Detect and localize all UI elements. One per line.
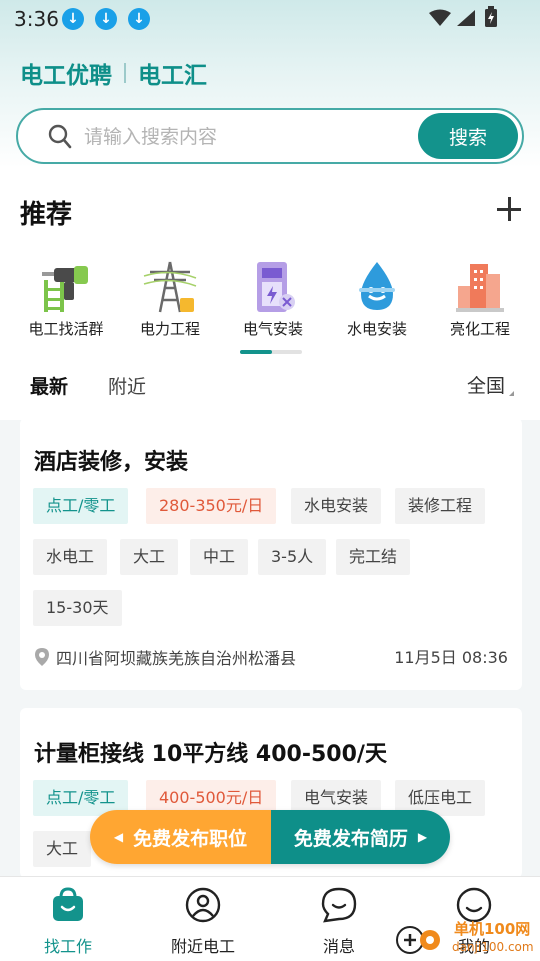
job-tag: 大工	[120, 539, 179, 575]
job-tag: 点工/零工	[33, 488, 129, 524]
brand-name-primary[interactable]: 电工优聘	[20, 56, 112, 90]
left-arrow-icon: ◀	[113, 830, 124, 844]
job-location-text: 四川省阿坝藏族羌族自治州松潘县	[56, 649, 297, 668]
brand-header: 电工优聘 电工汇	[20, 56, 207, 90]
category-scroll-indicator	[240, 350, 302, 354]
download-icon: ↓	[95, 8, 117, 30]
download-icon: ↓	[128, 8, 150, 30]
job-tag: 装修工程	[395, 488, 486, 524]
tab-nearby[interactable]: 附近	[108, 372, 146, 399]
category-label: 水电安装	[346, 320, 407, 338]
watermark: 单机100网 danji100.com	[394, 916, 540, 960]
publish-floating-bar: ◀ 免费发布职位 免费发布简历 ▶	[90, 810, 450, 864]
person-icon	[185, 887, 221, 923]
buildings-icon	[456, 264, 504, 312]
nav-nearby-electricians[interactable]: 附近电工	[153, 887, 253, 957]
category-item[interactable]: 电力工程	[116, 258, 224, 339]
job-price-tag: 280-350元/日	[146, 488, 277, 524]
nav-label: 消息	[322, 937, 355, 956]
search-input[interactable]	[82, 120, 406, 154]
job-tag: 完工结	[336, 539, 411, 575]
publish-job-button[interactable]: ◀ 免费发布职位	[90, 810, 271, 864]
category-item[interactable]: 电工找活群	[12, 258, 120, 339]
drill-ladder-icon	[42, 266, 88, 312]
wifi-icon	[429, 9, 451, 26]
job-tag: 中工	[190, 539, 249, 575]
cellular-signal-icon	[457, 10, 475, 26]
category-label: 亮化工程	[449, 320, 510, 338]
chat-bubble-icon	[321, 887, 357, 923]
tab-latest[interactable]: 最新	[30, 372, 68, 399]
job-location: 四川省阿坝藏族羌族自治州松潘县	[34, 645, 296, 669]
status-time: 3:36	[14, 7, 59, 31]
job-card[interactable]: 酒店装修，安装 点工/零工 280-350元/日 水电安装 装修工程 水电工 大…	[20, 418, 522, 690]
dropdown-corner-icon	[509, 391, 514, 396]
publish-job-label: 免费发布职位	[133, 827, 248, 850]
category-row: 电工找活群 电力工程 电气安装 水电安装 亮化工程	[0, 258, 540, 358]
job-tag: 15-30天	[33, 590, 122, 626]
add-icon[interactable]	[494, 194, 524, 224]
category-item[interactable]: 亮化工程	[426, 258, 534, 339]
category-item[interactable]: 电气安装	[219, 258, 327, 339]
electric-cabinet-icon	[257, 262, 295, 312]
search-icon	[48, 124, 72, 149]
job-tag: 水电安装	[291, 488, 382, 524]
brand-divider	[124, 63, 126, 83]
category-label: 电工找活群	[28, 320, 104, 338]
nav-label: 找工作	[43, 937, 92, 956]
category-item[interactable]: 水电安装	[323, 258, 431, 339]
publish-resume-label: 免费发布简历	[293, 827, 408, 850]
job-tag: 3-5人	[258, 539, 327, 575]
location-pin-icon	[35, 648, 49, 666]
publish-resume-button[interactable]: 免费发布简历 ▶	[271, 810, 450, 864]
water-drop-icon	[359, 262, 395, 310]
shopping-bag-icon	[53, 887, 83, 921]
job-tag: 大工	[33, 831, 92, 867]
job-title: 酒店装修，安装	[34, 450, 189, 475]
nav-label: 附近电工	[170, 937, 235, 956]
watermark-logo	[396, 926, 440, 954]
brand-name-secondary[interactable]: 电工汇	[138, 56, 207, 90]
job-title: 计量柜接线 10平方线 400-500/天	[34, 742, 387, 767]
job-time: 11月5日 08:36	[394, 648, 508, 667]
job-tag: 水电工	[33, 539, 108, 575]
search-bar: 搜索	[16, 108, 524, 164]
power-tower-icon	[143, 261, 197, 313]
watermark-text: 单机100网	[454, 920, 531, 938]
search-button[interactable]: 搜索	[418, 113, 518, 159]
region-select[interactable]: 全国	[450, 364, 522, 404]
category-label: 电力工程	[139, 320, 200, 338]
nav-find-job[interactable]: 找工作	[18, 887, 118, 957]
recommend-title: 推荐	[20, 200, 73, 230]
right-arrow-icon: ▶	[417, 830, 428, 844]
nav-messages[interactable]: 消息	[289, 887, 389, 957]
category-label: 电气安装	[242, 320, 303, 338]
status-bar: 3:36 ↓ ↓ ↓	[0, 0, 540, 36]
download-icon: ↓	[62, 8, 84, 30]
watermark-url: danji100.com	[452, 940, 534, 954]
region-value: 全国	[466, 374, 505, 397]
battery-icon	[485, 6, 497, 27]
